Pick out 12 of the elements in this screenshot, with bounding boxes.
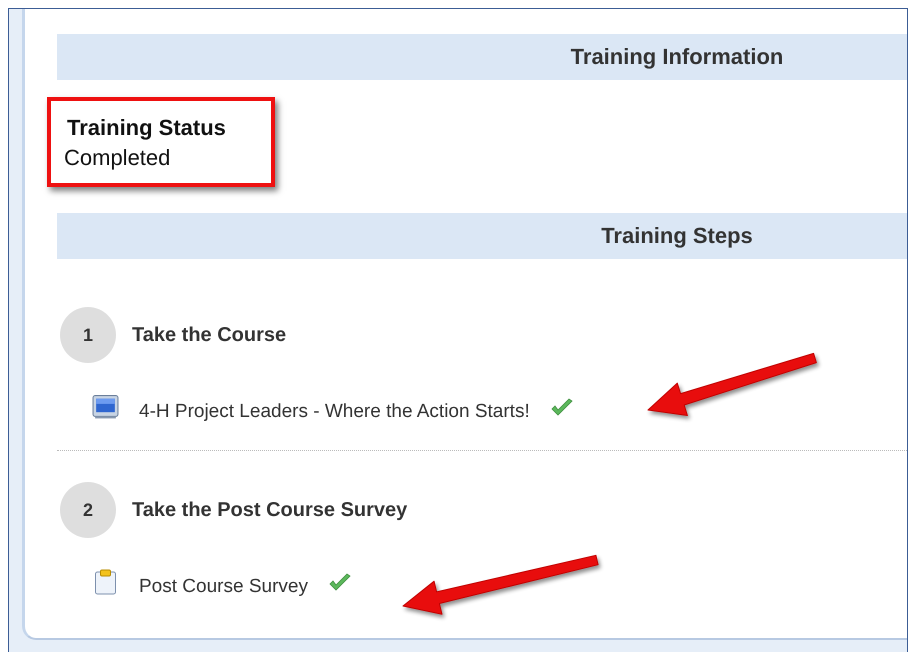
monitor-icon bbox=[92, 394, 119, 420]
status-label: Training Status bbox=[67, 114, 227, 142]
step-number: 1 bbox=[60, 307, 116, 363]
course-link[interactable]: 4-H Project Leaders - Where the Action Starts! bbox=[139, 401, 530, 423]
course-link[interactable]: Post Course Survey bbox=[139, 576, 308, 598]
step-title: Take the Post Course Survey bbox=[132, 498, 408, 522]
section-title: Training Steps bbox=[601, 223, 753, 249]
clipboard-icon bbox=[92, 569, 119, 595]
section-title: Training Information bbox=[570, 44, 784, 70]
step-title: Take the Course bbox=[132, 324, 286, 346]
status-value: Completed bbox=[64, 144, 172, 172]
step-number: 2 bbox=[60, 482, 116, 538]
